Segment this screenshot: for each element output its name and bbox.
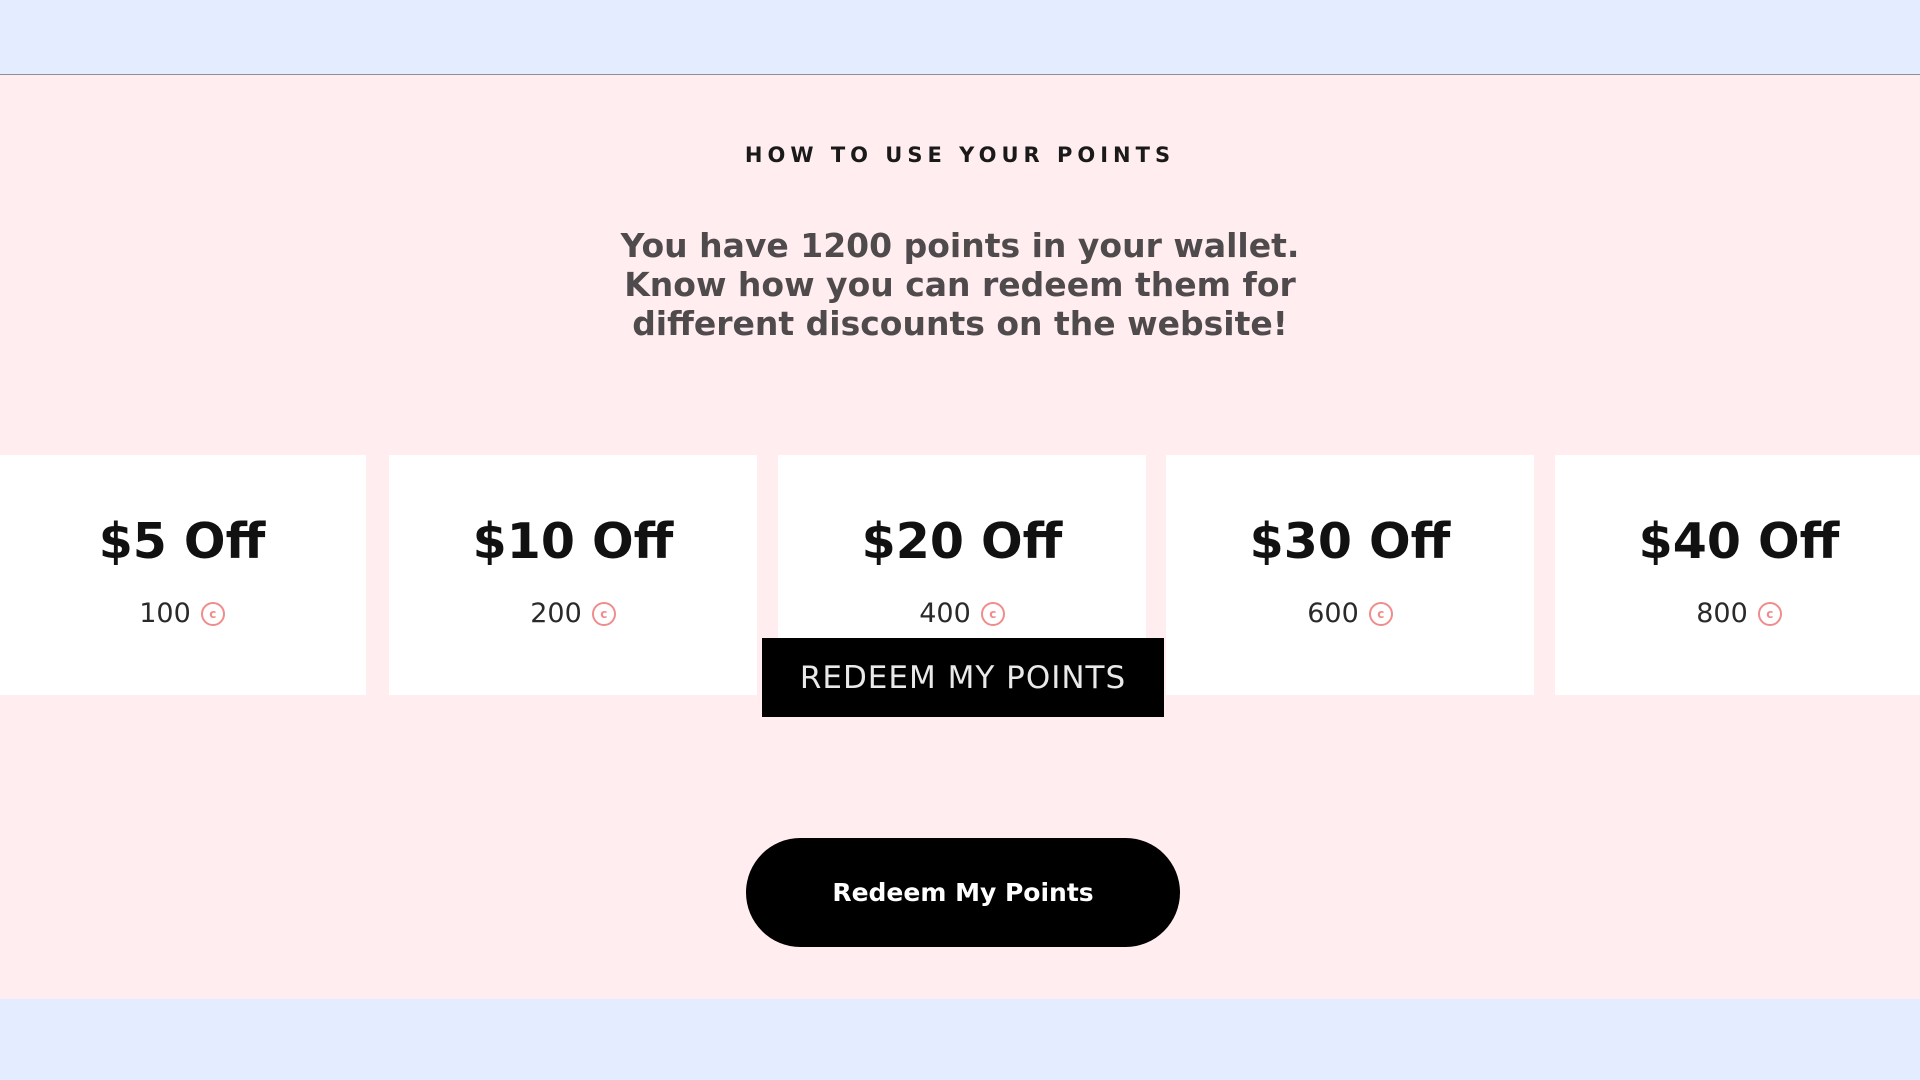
reward-points-value: 400 <box>919 598 971 629</box>
wallet-description: You have 1200 points in your wallet. Kno… <box>610 226 1310 343</box>
reward-title: $40 Off <box>1638 513 1840 570</box>
points-coin-icon: c <box>1757 601 1782 626</box>
reward-points-value: 200 <box>530 598 582 629</box>
wallet-description-line: Know how you can redeem them for <box>624 265 1296 304</box>
points-coin-icon: c <box>591 601 616 626</box>
reward-points-value: 100 <box>139 598 191 629</box>
section-heading: HOW TO USE YOUR POINTS <box>744 143 1176 167</box>
wallet-description-line: You have 1200 points in your wallet. <box>620 226 1300 265</box>
reward-card-5-off[interactable]: $5 Off 100 c <box>0 455 366 695</box>
reward-title: $10 Off <box>472 513 674 570</box>
reward-points-value: 600 <box>1307 598 1359 629</box>
points-coin-icon: c <box>200 601 225 626</box>
reward-card-30-off[interactable]: $30 Off 600 c <box>1166 455 1534 695</box>
reward-cost: 200 c <box>389 598 757 629</box>
points-coin-icon: c <box>1368 601 1393 626</box>
reward-title: $20 Off <box>861 513 1063 570</box>
reward-cost: 100 c <box>0 598 366 629</box>
reward-cost: 800 c <box>1555 598 1920 629</box>
reward-points-value: 800 <box>1696 598 1748 629</box>
wallet-description-line: different discounts on the website! <box>632 304 1288 343</box>
reward-title: $30 Off <box>1249 513 1451 570</box>
reward-card-40-off[interactable]: $40 Off 800 c <box>1555 455 1920 695</box>
reward-cost: 600 c <box>1166 598 1534 629</box>
redeem-tooltip: REDEEM MY POINTS <box>762 638 1164 717</box>
redeem-points-button[interactable]: Redeem My Points <box>746 838 1180 947</box>
reward-title: $5 Off <box>98 513 266 570</box>
reward-cost: 400 c <box>778 598 1146 629</box>
reward-card-10-off[interactable]: $10 Off 200 c <box>389 455 757 695</box>
points-coin-icon: c <box>980 601 1005 626</box>
